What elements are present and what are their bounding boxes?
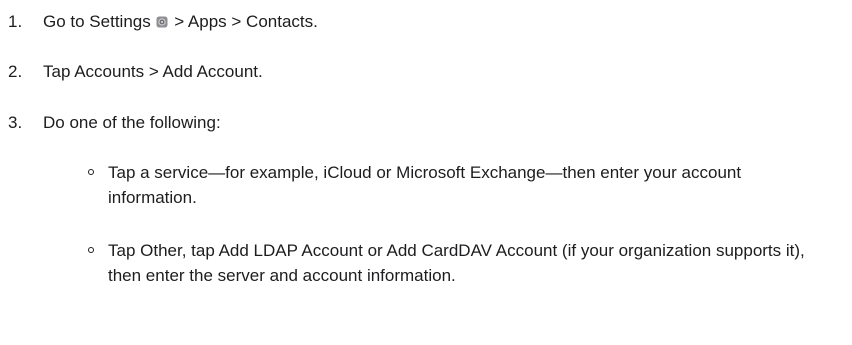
step-number: 2. [8,62,23,81]
hollow-bullet-icon [88,169,94,175]
sub-option-text: Tap Other, tap Add LDAP Account or Add C… [108,241,805,285]
step-text: Tap Accounts > Add Account. [43,62,263,81]
step-text: Do one of the following: [43,113,221,132]
step-number: 3. [8,113,23,132]
step-item: 1. Go to Settings > Apps > Contacts. [0,9,852,34]
sub-option-item: Tap a service—for example, iCloud or Mic… [88,160,828,210]
step-text-before-icon: Go to Settings [43,12,151,31]
hollow-bullet-icon [88,247,94,253]
step-number: 1. [8,12,23,31]
settings-gear-icon [156,10,168,28]
sub-option-text: Tap a service—for example, iCloud or Mic… [108,163,742,207]
step-item: 2. Tap Accounts > Add Account. [0,59,852,84]
step-text-after-icon: > Apps > Contacts. [174,12,318,31]
step-text: Go to Settings > Apps > Contacts. [43,12,318,31]
sub-option-item: Tap Other, tap Add LDAP Account or Add C… [88,238,828,288]
step-item: 3. Do one of the following: [0,110,852,135]
